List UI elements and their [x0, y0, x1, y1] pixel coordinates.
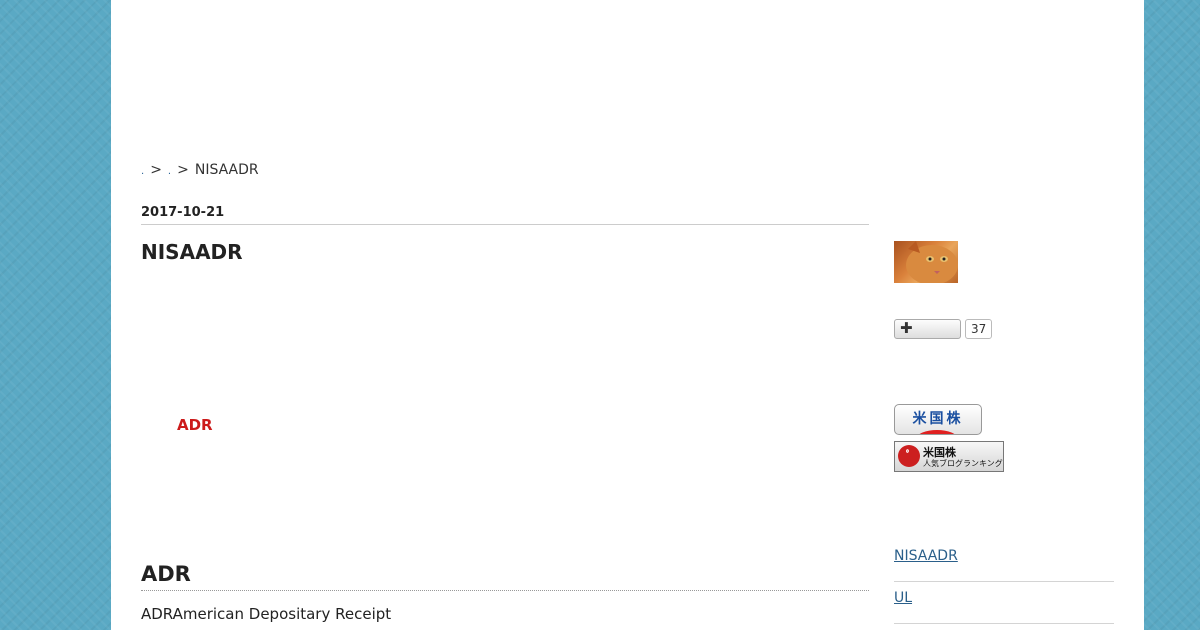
breadcrumb-separator: > [150, 162, 162, 178]
us-stocks-banner-label: 米国株 [912, 411, 964, 427]
recent-post-label: NISAADR [894, 548, 958, 564]
ranking-banner-subtitle: 人気ブログランキング [923, 459, 1003, 468]
breadcrumb: . >. > NISAADR [141, 162, 259, 178]
breadcrumb-separator: > [177, 162, 189, 178]
us-stocks-banner[interactable]: 米国株 [894, 404, 982, 435]
plus-icon: ✚ [900, 319, 913, 337]
section-text: ADRAmerican Depositary Receipt [141, 605, 392, 623]
banner-arc-decoration [917, 430, 957, 434]
list-item: NISAADR [894, 540, 1114, 582]
avatar-cat-image [906, 241, 958, 283]
post-date: 2017-10-21 [141, 205, 869, 225]
breadcrumb-current: NISAADR [194, 162, 259, 178]
list-item: UL [894, 582, 1114, 624]
adr-highlight-link[interactable]: ADR [177, 416, 213, 434]
recent-posts-list: NISAADR UL [894, 540, 1114, 624]
follow-count: 37 [965, 319, 993, 339]
breadcrumb-home-link[interactable]: . [141, 166, 144, 177]
post-title: NISAADR [141, 240, 243, 264]
follow-button[interactable]: ✚ [894, 319, 961, 339]
recent-post-link[interactable]: UL [894, 590, 983, 606]
section-heading: ADR [141, 562, 869, 591]
recent-post-label: UL [894, 590, 913, 606]
avatar[interactable] [894, 241, 958, 283]
breadcrumb-category-link[interactable]: . [168, 166, 171, 177]
recent-post-link[interactable]: NISAADR [894, 548, 1058, 564]
page-container: . >. > NISAADR 2017-10-21 NISAADR ADR ADR A… [111, 0, 1144, 630]
ranking-logo-icon: ﾟ [898, 445, 920, 467]
ranking-banner[interactable]: ﾟ 米国株 人気ブログランキング [894, 441, 1004, 472]
